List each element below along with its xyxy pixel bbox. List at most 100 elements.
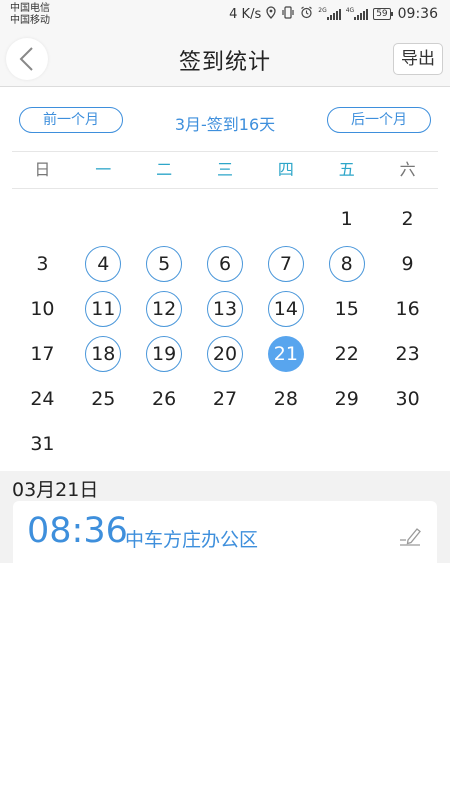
export-button[interactable]: 导出 xyxy=(393,43,443,75)
signal-icon-2: 4G xyxy=(346,8,369,20)
calendar-day-number: 14 xyxy=(267,290,304,327)
calendar-day[interactable]: 16 xyxy=(377,286,438,331)
calendar-day-number: 20 xyxy=(207,335,243,372)
calendar-week: 31 xyxy=(12,421,438,466)
selected-date: 03月21日 xyxy=(12,479,99,501)
calendar-day[interactable]: 17 xyxy=(12,331,73,376)
calendar-day[interactable]: 22 xyxy=(316,331,377,376)
calendar-empty-cell xyxy=(134,196,195,241)
calendar-week: 24 25 26 27 28 29 30 xyxy=(12,376,438,421)
calendar-day-number: 4 xyxy=(85,245,122,282)
calendar-day-number: 31 xyxy=(30,432,55,455)
calendar-day[interactable]: 10 xyxy=(12,286,73,331)
calendar-day[interactable]: 18 xyxy=(73,331,134,376)
calendar-day[interactable]: 14 xyxy=(255,286,316,331)
calendar-day[interactable]: 1 xyxy=(316,196,377,241)
weekday-sun: 日 xyxy=(34,160,51,179)
checkin-detail: 03月21日 08:36 中车方庄办公区 xyxy=(0,471,450,563)
calendar-empty-cell xyxy=(255,196,316,241)
calendar-empty-cell xyxy=(377,421,438,466)
location-icon xyxy=(266,6,276,22)
calendar-day-number: 24 xyxy=(30,387,55,410)
calendar-day[interactable]: 19 xyxy=(134,331,195,376)
checkin-record-card[interactable]: 08:36 中车方庄办公区 xyxy=(13,501,437,563)
calendar-day-number: 25 xyxy=(91,387,116,410)
calendar-day-number: 17 xyxy=(30,342,55,365)
calendar-day-number: 15 xyxy=(334,297,359,320)
calendar-day[interactable]: 23 xyxy=(377,331,438,376)
calendar-empty-cell xyxy=(195,196,256,241)
calendar-empty-cell xyxy=(255,421,316,466)
status-icons: 4 K/s 2G 4G 59 09:36 xyxy=(229,6,438,22)
calendar-day-number: 5 xyxy=(146,245,183,282)
weekday-fri: 五 xyxy=(338,160,355,179)
calendar-day[interactable]: 13 xyxy=(195,286,256,331)
page-title: 签到统计 xyxy=(178,50,271,75)
calendar-day[interactable]: 21 xyxy=(255,331,316,376)
calendar-day[interactable]: 29 xyxy=(316,376,377,421)
checkin-time: 08:36 xyxy=(27,511,128,551)
weekday-mon: 一 xyxy=(95,160,112,179)
calendar-day[interactable]: 9 xyxy=(377,241,438,286)
calendar-day[interactable]: 15 xyxy=(316,286,377,331)
calendar-day-number: 12 xyxy=(146,290,183,327)
calendar-day[interactable]: 5 xyxy=(134,241,195,286)
calendar-day[interactable]: 24 xyxy=(12,376,73,421)
calendar-empty-cell xyxy=(134,421,195,466)
edit-icon[interactable] xyxy=(397,525,423,547)
calendar-day[interactable]: 20 xyxy=(195,331,256,376)
calendar-week: 10 11 12 13 14 15 16 xyxy=(12,286,438,331)
calendar-day[interactable]: 31 xyxy=(12,421,73,466)
carrier-1: 中国电信 xyxy=(10,3,50,14)
calendar-day-number: 27 xyxy=(212,387,238,410)
calendar-week: 17 18 19 20 21 22 23 xyxy=(12,331,438,376)
calendar-day-number: 9 xyxy=(401,252,414,275)
calendar-day[interactable]: 8 xyxy=(316,241,377,286)
calendar-day-number: 2 xyxy=(401,207,414,230)
carrier-2: 中国移动 xyxy=(10,15,50,26)
calendar-grid: 1 2 3 4 5 6 7 8 9 10 11 12 13 14 15 16 17 18 19 20 21 22 23 24 2… xyxy=(12,196,438,466)
calendar-day-number: 11 xyxy=(85,290,122,327)
network-type-1: 2G xyxy=(318,7,327,14)
calendar-day[interactable]: 30 xyxy=(377,376,438,421)
calendar-day-number: 22 xyxy=(334,342,359,365)
calendar-day[interactable]: 26 xyxy=(134,376,195,421)
calendar-day-number: 3 xyxy=(36,252,49,275)
calendar-day[interactable]: 11 xyxy=(73,286,134,331)
calendar-day-number: 19 xyxy=(146,335,183,372)
alarm-icon xyxy=(300,6,313,22)
vibrate-icon xyxy=(281,6,295,22)
calendar-week: 3 45678 9 xyxy=(12,241,438,286)
weekday-sat: 六 xyxy=(399,160,416,179)
signal-icon-1: 2G xyxy=(318,7,341,20)
calendar-day[interactable]: 3 xyxy=(12,241,73,286)
calendar-day-number: 7 xyxy=(267,245,304,282)
calendar-day[interactable]: 12 xyxy=(134,286,195,331)
carrier-info: 中国电信 中国移动 xyxy=(10,3,50,27)
calendar-day[interactable]: 2 xyxy=(377,196,438,241)
calendar-day[interactable]: 25 xyxy=(73,376,134,421)
next-month-button[interactable]: 后一个月 xyxy=(327,107,431,133)
calendar-day[interactable]: 27 xyxy=(195,376,256,421)
weekday-header: 日 一 二 三 四 五 六 xyxy=(12,151,438,189)
status-bar: 中国电信 中国移动 4 K/s 2G 4G 59 09:36 xyxy=(0,0,450,30)
calendar-empty-cell xyxy=(73,196,134,241)
calendar-day[interactable]: 4 xyxy=(73,241,134,286)
calendar-empty-cell xyxy=(73,421,134,466)
calendar-day[interactable]: 28 xyxy=(255,376,316,421)
calendar-day-number: 21 xyxy=(267,335,304,372)
network-speed: 4 K/s xyxy=(229,6,262,22)
calendar-day-number: 29 xyxy=(334,387,359,410)
calendar-week: 12 xyxy=(12,196,438,241)
calendar-day[interactable]: 6 xyxy=(195,241,256,286)
calendar-day-number: 18 xyxy=(85,335,122,372)
calendar-day-number: 6 xyxy=(207,245,243,282)
calendar-day-number: 23 xyxy=(395,342,420,365)
calendar-day-number: 30 xyxy=(395,387,420,410)
calendar-day-number: 13 xyxy=(207,290,243,327)
month-navigation: 前一个月 3月-签到16天 后一个月 xyxy=(0,104,450,136)
calendar-day[interactable]: 7 xyxy=(255,241,316,286)
weekday-thu: 四 xyxy=(277,160,294,179)
calendar-day-number: 8 xyxy=(328,245,365,282)
calendar-day-number: 1 xyxy=(340,207,353,230)
